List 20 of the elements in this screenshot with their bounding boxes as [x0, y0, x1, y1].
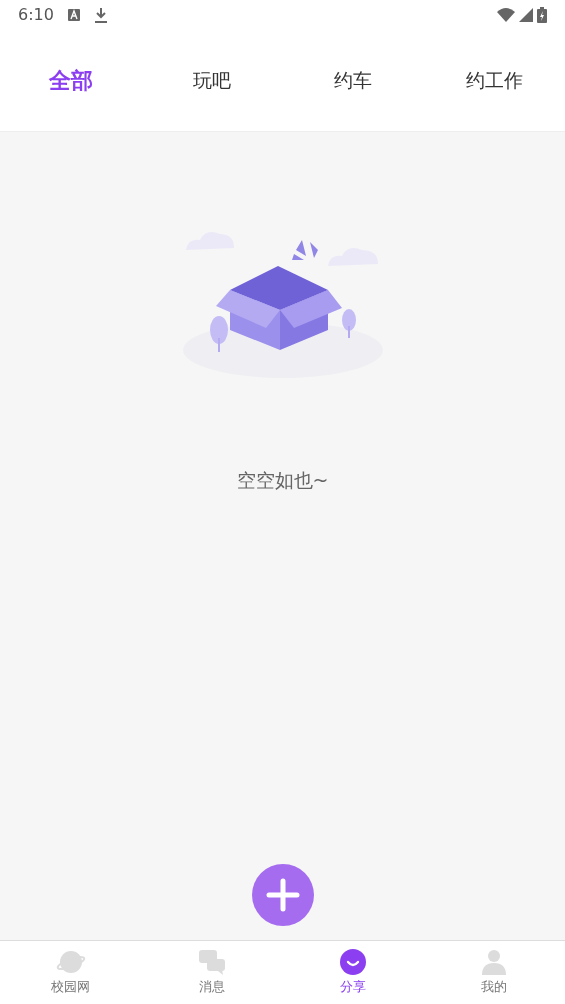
battery-icon: [537, 7, 547, 23]
category-tab[interactable]: 约车: [334, 66, 373, 95]
nav-tab[interactable]: 我的: [423, 941, 565, 1004]
person-icon: [481, 948, 508, 975]
smile-icon: [340, 948, 367, 975]
signal-icon: [519, 8, 533, 22]
nav-tab[interactable]: 分享: [282, 941, 424, 1004]
category-tab[interactable]: 全部: [48, 64, 93, 97]
status-time: 6:10: [18, 4, 54, 26]
category-tab[interactable]: 玩吧: [192, 66, 231, 95]
wifi-icon: [497, 8, 515, 22]
text-notification-icon: [67, 9, 80, 21]
empty-message: 空空如也~: [236, 468, 329, 493]
chat-bubbles-icon: [197, 948, 226, 975]
plus-icon: [265, 878, 300, 912]
planet-icon: [55, 948, 86, 975]
download-icon: [93, 7, 108, 23]
category-tab[interactable]: 约工作: [465, 66, 523, 95]
nav-tab[interactable]: 消息: [141, 941, 283, 1004]
nav-tab[interactable]: 校园网: [0, 941, 142, 1004]
